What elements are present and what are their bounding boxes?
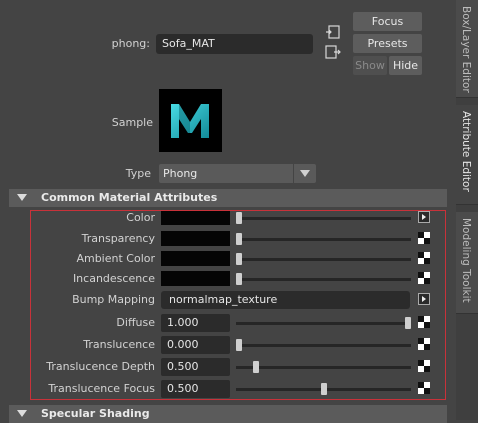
tab-modeling-toolkit[interactable]: Modeling Toolkit (456, 212, 478, 314)
tab-box-layer-editor[interactable]: Box/Layer Editor (456, 0, 478, 98)
section-specular-shading[interactable]: Specular Shading (9, 405, 447, 423)
node-type-label: phong: (111, 37, 150, 50)
type-label: Type (125, 167, 151, 180)
tab-label: Modeling Toolkit (460, 218, 472, 303)
show-button[interactable]: Show (353, 56, 387, 75)
chevron-down-icon (293, 164, 316, 183)
type-dropdown-value: Phong (163, 167, 198, 180)
tab-label: Attribute Editor (460, 111, 472, 192)
highlight-box (30, 210, 446, 400)
sample-label: Sample (111, 116, 153, 129)
section-title: Common Material Attributes (41, 191, 218, 204)
material-sample-swatch (159, 89, 222, 152)
input-connections-icon[interactable] (325, 25, 341, 39)
section-title: Specular Shading (41, 407, 150, 420)
focus-button[interactable]: Focus (353, 12, 422, 31)
collapse-triangle-icon (17, 410, 27, 417)
node-name-field[interactable]: Sofa_MAT (156, 34, 313, 54)
tab-label: Box/Layer Editor (460, 6, 472, 93)
hide-button[interactable]: Hide (389, 56, 422, 75)
presets-button[interactable]: Presets (353, 34, 422, 53)
tab-attribute-editor[interactable]: Attribute Editor (456, 105, 478, 205)
section-common-material-attributes[interactable]: Common Material Attributes (9, 189, 447, 207)
collapse-triangle-icon (17, 194, 27, 201)
maya-logo-icon (171, 104, 209, 138)
type-dropdown[interactable]: Phong (159, 164, 316, 183)
output-connections-icon[interactable] (325, 45, 341, 59)
